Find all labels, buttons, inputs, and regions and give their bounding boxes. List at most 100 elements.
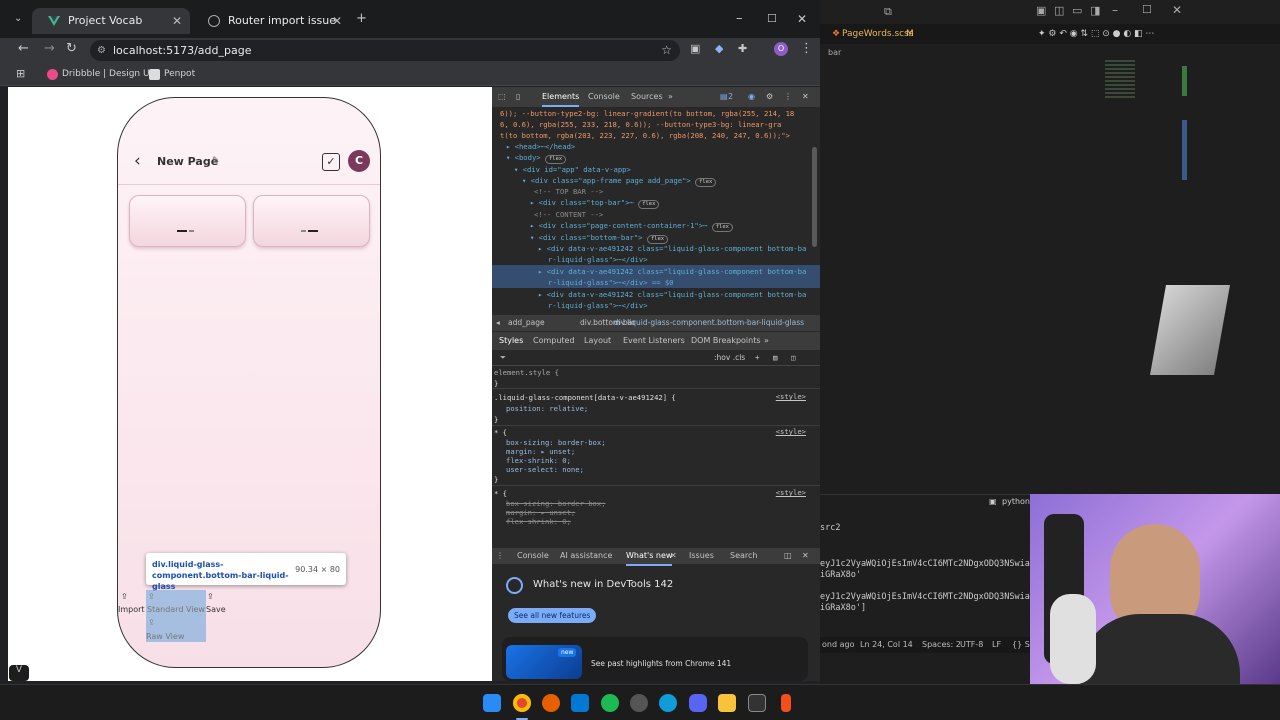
file-explorer-icon[interactable] bbox=[718, 694, 736, 712]
see-all-features-button[interactable]: See all new features bbox=[508, 608, 597, 623]
edge-icon[interactable] bbox=[659, 694, 677, 712]
drawer-tab-whats-new[interactable]: What's new bbox=[626, 548, 673, 566]
tab-router-import[interactable]: Router import issue ✕ bbox=[192, 8, 350, 34]
styles-filter[interactable]: ⏷ :hov .cls + ▤ ◫ bbox=[492, 350, 820, 366]
drawer-tab-search[interactable]: Search bbox=[730, 548, 757, 564]
forward-icon[interactable]: → bbox=[44, 39, 55, 59]
close-tab-icon[interactable]: ✕ bbox=[670, 548, 677, 564]
status-language[interactable]: {} S bbox=[1012, 637, 1030, 653]
tab-console[interactable]: Console bbox=[588, 87, 620, 107]
settings-gear-icon[interactable]: ⚙ bbox=[766, 87, 773, 107]
user-avatar[interactable]: C bbox=[348, 150, 370, 172]
back-chevron-icon[interactable]: ‹ bbox=[134, 151, 141, 171]
editor-action-icon[interactable]: ✦ ⚙ ↶ ◉ ⇅ ⬚ ⊙ ● ◐ ◧ ⋯ bbox=[1038, 24, 1154, 44]
windows-start-icon[interactable] bbox=[483, 694, 501, 712]
close-tab-icon[interactable]: ✕ bbox=[332, 8, 342, 34]
status-encoding[interactable]: UTF-8 bbox=[960, 637, 983, 653]
apps-grid-icon[interactable]: ⊞ bbox=[16, 64, 25, 84]
flex-badge[interactable]: flex bbox=[544, 155, 567, 164]
add-rule-icon[interactable]: + bbox=[755, 350, 760, 366]
status-position[interactable]: Ln 24, Col 14 bbox=[860, 637, 913, 653]
flex-badge[interactable]: flex bbox=[638, 200, 660, 209]
device-toggle-icon[interactable]: ▯ bbox=[516, 87, 520, 107]
flex-badge[interactable]: flex bbox=[695, 178, 717, 187]
dom-node-liquid-glass[interactable]: ▸ <div data-v-ae491242 class="liquid-gla… bbox=[538, 243, 806, 254]
chrome-icon[interactable] bbox=[513, 694, 531, 712]
tab-project-vocab[interactable]: Project Vocab ✕ bbox=[32, 8, 190, 34]
back-icon[interactable]: ← bbox=[18, 39, 29, 59]
editor-file-tab[interactable]: PageWords.scss bbox=[842, 24, 914, 44]
drawer-tab-ai[interactable]: AI assistance bbox=[560, 548, 612, 564]
tab-layout[interactable]: Layout bbox=[584, 332, 611, 350]
tab-event-listeners[interactable]: Event Listeners bbox=[623, 332, 685, 350]
tab-dom-breakpoints[interactable]: DOM Breakpoints bbox=[691, 332, 761, 350]
reload-icon[interactable]: ↻ bbox=[66, 39, 77, 59]
bookmark-star-icon[interactable]: ☆ bbox=[661, 40, 672, 61]
layout-icon[interactable]: ▣ bbox=[1036, 4, 1046, 17]
dom-node-liquid-glass[interactable]: ▸ <div data-v-ae491242 class="liquid-gla… bbox=[538, 289, 806, 300]
site-info-icon[interactable]: ⚙ bbox=[97, 40, 106, 61]
extensions-puzzle-icon[interactable]: ✚ bbox=[738, 39, 747, 59]
close-devtools-icon[interactable]: ✕ bbox=[802, 87, 809, 107]
maximize-icon[interactable]: ☐ bbox=[1142, 3, 1152, 16]
breadcrumb-item[interactable]: add_page bbox=[508, 315, 545, 331]
address-bar[interactable]: ⚙ localhost:5173/add_page ☆ bbox=[90, 40, 680, 61]
dom-node-head[interactable]: ▸ <head>⋯</head> bbox=[506, 141, 575, 152]
terminal-icon[interactable]: ▣ bbox=[989, 497, 997, 506]
option-card-1[interactable] bbox=[129, 195, 246, 247]
breadcrumb-item-selected[interactable]: div.liquid-glass-component.bottom-bar-li… bbox=[614, 315, 804, 331]
status-spaces[interactable]: Spaces: 2 bbox=[922, 637, 961, 653]
crumb-left-icon[interactable]: ◂ bbox=[496, 315, 500, 331]
close-window-icon[interactable]: ✕ bbox=[1172, 3, 1182, 17]
dom-node-app[interactable]: ▾ <div id="app" data-v-app> bbox=[514, 164, 631, 175]
flex-badge[interactable]: flex bbox=[711, 223, 733, 232]
editor-breadcrumb[interactable]: bar bbox=[828, 48, 841, 57]
firefox-icon[interactable] bbox=[542, 694, 560, 712]
tab-computed[interactable]: Computed bbox=[533, 332, 575, 350]
highlights-card[interactable]: new See past highlights from Chrome 141 bbox=[502, 637, 808, 681]
more-tabs-icon[interactable]: » bbox=[764, 332, 769, 350]
terminal-label[interactable]: python bbox=[1002, 497, 1030, 506]
dom-node-top-bar[interactable]: ▸ <div class="top-bar">⋯ flex bbox=[530, 197, 660, 209]
spotify-icon[interactable] bbox=[601, 694, 619, 712]
discord-icon[interactable] bbox=[689, 694, 707, 712]
maximize-icon[interactable]: ☐ bbox=[767, 9, 777, 29]
close-drawer-icon[interactable]: ✕ bbox=[802, 548, 809, 564]
source-link[interactable]: <style> bbox=[776, 392, 806, 401]
issues-count[interactable]: 2 bbox=[728, 87, 733, 107]
tab-elements[interactable]: Elements bbox=[542, 87, 580, 107]
new-tab-icon[interactable]: + bbox=[356, 9, 367, 29]
github-icon[interactable] bbox=[630, 694, 648, 712]
css-declaration[interactable]: user-select: none; bbox=[506, 464, 584, 475]
dom-node-body[interactable]: ▾ <body> flex bbox=[506, 152, 567, 164]
raw-view-button[interactable]: Raw View bbox=[146, 632, 184, 641]
tab-sources[interactable]: Sources bbox=[631, 87, 663, 107]
vue-devtools-icon[interactable]: V bbox=[9, 665, 29, 681]
dom-scrollbar[interactable] bbox=[812, 147, 817, 247]
option-card-2[interactable] bbox=[253, 195, 370, 247]
layout-icon[interactable]: ⧉ bbox=[884, 5, 892, 19]
minimap[interactable] bbox=[1105, 60, 1135, 100]
save-button[interactable]: Save bbox=[206, 605, 226, 614]
minimize-icon[interactable]: – bbox=[1112, 3, 1118, 17]
tab-search-icon[interactable]: ⌄ bbox=[14, 9, 22, 29]
drawer-tab-console[interactable]: Console bbox=[517, 548, 549, 564]
standard-view-button[interactable]: Standard View bbox=[147, 605, 205, 614]
element-style-rule[interactable]: element.style { bbox=[494, 367, 559, 378]
figma-icon[interactable] bbox=[781, 694, 791, 712]
css-declaration[interactable]: position: relative; bbox=[506, 403, 588, 414]
source-link[interactable]: <style> bbox=[776, 427, 806, 436]
editor-scrollbar[interactable] bbox=[1182, 120, 1187, 180]
drawer-menu-icon[interactable]: ⋮ bbox=[496, 548, 504, 564]
import-button[interactable]: Import bbox=[118, 605, 145, 614]
drawer-tab-issues[interactable]: Issues bbox=[689, 548, 714, 564]
more-tabs-icon[interactable]: » bbox=[668, 87, 673, 107]
layout-icon[interactable]: ◨ bbox=[1090, 4, 1100, 17]
close-tab-icon[interactable]: ✕ bbox=[172, 8, 182, 34]
vscode-icon[interactable] bbox=[571, 694, 589, 712]
css-selector[interactable]: .liquid-glass-component[data-v-ae491242]… bbox=[494, 392, 676, 403]
layout-icon[interactable]: ▭ bbox=[1072, 4, 1082, 17]
extension-icon[interactable]: ◆ bbox=[715, 39, 723, 59]
menu-kebab-icon[interactable]: ⋮ bbox=[800, 39, 813, 59]
confirm-check-icon[interactable]: ✓ bbox=[322, 153, 340, 171]
